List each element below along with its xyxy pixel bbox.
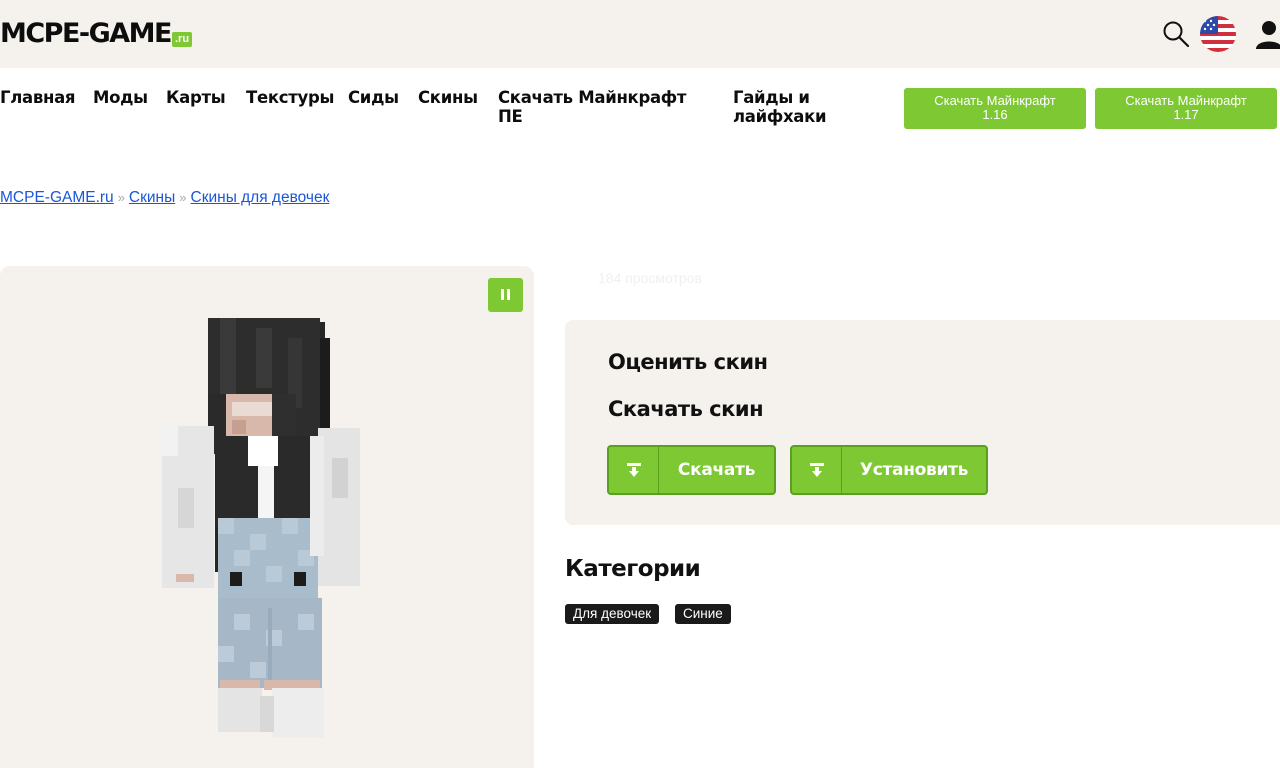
breadcrumb-girls-skins[interactable]: Скины для девочек bbox=[191, 189, 330, 206]
nav-item-download-pe[interactable]: Скачать Майнкрафт ПЕ bbox=[498, 88, 698, 126]
logo-text: MCPE-GAME bbox=[0, 18, 173, 49]
download-button[interactable]: Скачать bbox=[607, 445, 776, 495]
nav-item-textures[interactable]: Текстуры bbox=[246, 88, 334, 107]
nav-item-maps[interactable]: Карты bbox=[166, 88, 226, 107]
search-icon[interactable] bbox=[1162, 20, 1190, 48]
breadcrumb-home[interactable]: MCPE-GAME.ru bbox=[0, 189, 114, 206]
download-button-label: Скачать bbox=[677, 460, 756, 480]
views-count: 184 просмотров bbox=[598, 270, 702, 286]
user-icon[interactable] bbox=[1255, 19, 1280, 49]
breadcrumb: MCPE-GAME.ru» Скины» Скины для девочек bbox=[0, 189, 329, 207]
breadcrumb-skins[interactable]: Скины bbox=[129, 189, 175, 206]
nav-item-home[interactable]: Главная bbox=[0, 88, 76, 107]
install-icon bbox=[792, 447, 842, 493]
logo-suffix: .ru bbox=[172, 32, 193, 47]
download-icon bbox=[609, 447, 659, 493]
nav-item-skins[interactable]: Скины bbox=[418, 88, 478, 107]
skin-3d-model[interactable] bbox=[160, 318, 370, 742]
install-button-label: Установить bbox=[859, 460, 969, 480]
nav-item-mods[interactable]: Моды bbox=[93, 88, 148, 107]
us-flag-icon[interactable] bbox=[1200, 16, 1236, 52]
rate-skin-title: Оценить скин bbox=[608, 350, 768, 374]
nav-item-guides[interactable]: Гайды и лайфхаки bbox=[733, 88, 843, 126]
install-button[interactable]: Установить bbox=[790, 445, 988, 495]
breadcrumb-separator: » bbox=[117, 190, 125, 205]
nav-item-seeds[interactable]: Сиды bbox=[348, 88, 399, 107]
download-117-button[interactable]: Скачать Майнкрафт 1.17 bbox=[1095, 88, 1277, 129]
download-116-button[interactable]: Скачать Майнкрафт 1.16 bbox=[904, 88, 1086, 129]
pause-icon[interactable] bbox=[488, 278, 523, 312]
breadcrumb-separator: » bbox=[179, 190, 187, 205]
tag-blue[interactable]: Синие bbox=[675, 604, 731, 624]
tag-girls[interactable]: Для девочек bbox=[565, 604, 660, 624]
categories-title: Категории bbox=[565, 556, 701, 582]
download-skin-title: Скачать скин bbox=[608, 397, 764, 421]
site-logo[interactable]: MCPE-GAME .ru bbox=[0, 18, 193, 49]
